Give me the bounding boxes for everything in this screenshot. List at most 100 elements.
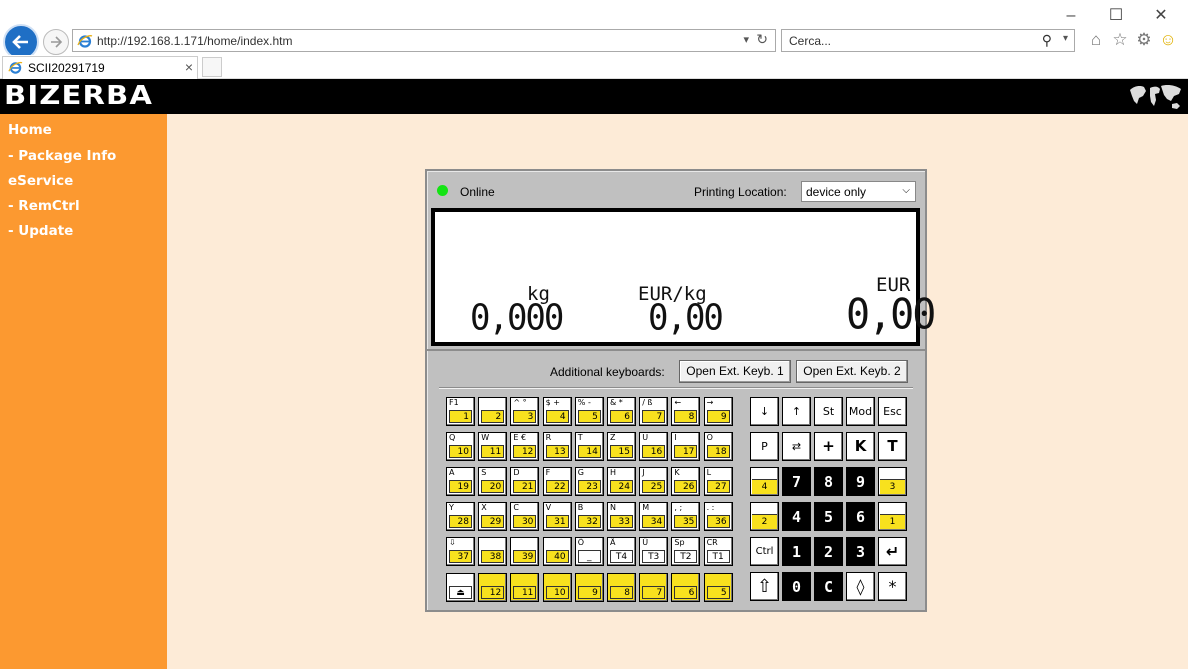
func-key-0[interactable]: ↓: [750, 397, 779, 426]
nav-update[interactable]: - Update: [8, 223, 73, 239]
side-key-left-2[interactable]: 2: [750, 502, 779, 531]
alpha-key-1-0[interactable]: Q 10: [446, 432, 475, 462]
browser-tab[interactable]: SCII20291719 ×: [2, 56, 198, 79]
url-text[interactable]: http://192.168.1.171/home/index.htm: [97, 34, 292, 48]
alpha-key-5-2[interactable]: 11: [510, 572, 540, 602]
alpha-key-3-5[interactable]: N 33: [607, 502, 636, 532]
alpha-key-0-2[interactable]: ^ ° 3: [510, 397, 540, 426]
alpha-key-2-0[interactable]: A 19: [446, 467, 475, 497]
shift-key[interactable]: ⇧: [750, 572, 779, 601]
alpha-key-4-0[interactable]: ⇩ 37: [446, 537, 475, 567]
minimize-button[interactable]: –: [1061, 6, 1081, 26]
ctrl-key[interactable]: Ctrl: [750, 537, 779, 566]
refresh-icon[interactable]: ↻: [756, 31, 768, 48]
func-key-row2-2[interactable]: +: [814, 432, 843, 461]
alpha-key-5-7[interactable]: 6: [671, 572, 701, 602]
alpha-key-5-0[interactable]: ⏏: [446, 572, 475, 602]
alpha-key-2-6[interactable]: J 25: [639, 467, 669, 497]
numpad-key-3[interactable]: 3: [846, 537, 875, 566]
address-dropdown-icon[interactable]: ▾: [743, 33, 749, 46]
address-bar[interactable]: http://192.168.1.171/home/index.htm ▾ ↻: [72, 29, 776, 52]
numpad-key-6[interactable]: 6: [846, 502, 875, 531]
nav-eservice[interactable]: eService: [8, 173, 73, 189]
alpha-key-5-5[interactable]: 8: [607, 572, 636, 602]
alpha-key-3-2[interactable]: C 30: [510, 502, 540, 532]
alpha-key-2-2[interactable]: D 21: [510, 467, 540, 497]
alpha-key-5-4[interactable]: 9: [574, 572, 604, 602]
numpad-key-9[interactable]: 9: [846, 467, 875, 496]
numpad-key-7[interactable]: 7: [782, 467, 811, 496]
alpha-key-0-3[interactable]: $ + 4: [542, 397, 572, 426]
alpha-key-4-3[interactable]: 40: [542, 537, 572, 567]
func-key-row2-1[interactable]: ⇄: [782, 432, 811, 461]
func-key-row2-0[interactable]: P: [750, 432, 779, 461]
close-tab-icon[interactable]: ×: [185, 59, 193, 75]
search-dropdown-icon[interactable]: ▾: [1063, 33, 1068, 44]
alpha-key-2-5[interactable]: H 24: [607, 467, 636, 497]
alpha-key-3-3[interactable]: V 31: [542, 502, 572, 532]
numpad-key-8[interactable]: 8: [814, 467, 843, 496]
alpha-key-4-7[interactable]: Sp T2: [671, 537, 701, 567]
numpad-key-4[interactable]: 4: [782, 502, 811, 531]
alpha-key-4-2[interactable]: 39: [510, 537, 540, 567]
alpha-key-3-7[interactable]: , ; 35: [671, 502, 701, 532]
numpad-key-C[interactable]: C: [814, 572, 843, 601]
alpha-key-5-8[interactable]: 5: [703, 572, 733, 602]
numpad-key-5[interactable]: 5: [814, 502, 843, 531]
alpha-key-5-6[interactable]: 7: [639, 572, 669, 602]
new-tab-button[interactable]: [202, 57, 222, 77]
alpha-key-3-6[interactable]: M 34: [639, 502, 669, 532]
alpha-key-2-1[interactable]: S 20: [478, 467, 508, 497]
nav-remctrl[interactable]: - RemCtrl: [8, 198, 80, 214]
alpha-key-4-5[interactable]: Ä T4: [607, 537, 636, 567]
func-key-row2-4[interactable]: T: [878, 432, 907, 461]
alpha-key-0-6[interactable]: / ß 7: [639, 397, 669, 426]
alpha-key-1-1[interactable]: W 11: [478, 432, 508, 462]
alpha-key-1-2[interactable]: E € 12: [510, 432, 540, 462]
forward-button[interactable]: [43, 29, 69, 55]
alpha-key-0-1[interactable]: 2: [478, 397, 508, 426]
alpha-key-1-7[interactable]: I 17: [671, 432, 701, 462]
side-key-right-1[interactable]: 1: [878, 502, 907, 531]
func-key-4[interactable]: Esc: [878, 397, 907, 426]
alpha-key-1-4[interactable]: T 14: [574, 432, 604, 462]
numpad-key-0[interactable]: 0: [782, 572, 811, 601]
star-key[interactable]: *: [878, 572, 907, 601]
func-key-2[interactable]: St: [814, 397, 843, 426]
alpha-key-4-8[interactable]: CR T1: [703, 537, 733, 567]
alpha-key-3-0[interactable]: Y 28: [446, 502, 475, 532]
numpad-key-2[interactable]: 2: [814, 537, 843, 566]
smiley-feedback-icon[interactable]: ☺: [1158, 29, 1178, 51]
favorites-star-icon[interactable]: ☆: [1110, 29, 1130, 51]
alpha-key-0-0[interactable]: F1 1: [446, 397, 475, 426]
alpha-key-5-1[interactable]: 12: [478, 572, 508, 602]
enter-key[interactable]: ↵: [878, 537, 907, 566]
search-box[interactable]: Cerca... ⚲ ▾: [781, 29, 1075, 52]
alpha-key-0-8[interactable]: → 9: [703, 397, 733, 426]
search-input[interactable]: Cerca...: [789, 34, 831, 48]
search-icon[interactable]: ⚲: [1042, 32, 1052, 49]
alpha-key-3-8[interactable]: . : 36: [703, 502, 733, 532]
func-key-3[interactable]: Mod: [846, 397, 875, 426]
alpha-key-0-5[interactable]: & * 6: [607, 397, 636, 426]
func-key-1[interactable]: ↑: [782, 397, 811, 426]
nav-package-info[interactable]: - Package Info: [8, 148, 116, 164]
alpha-key-2-7[interactable]: K 26: [671, 467, 701, 497]
alpha-key-0-7[interactable]: ← 8: [671, 397, 701, 426]
alpha-key-1-3[interactable]: R 13: [542, 432, 572, 462]
side-key-right-3[interactable]: 3: [878, 467, 907, 496]
open-ext-keyb-2-button[interactable]: Open Ext. Keyb. 2: [796, 360, 908, 383]
numpad-key-1[interactable]: 1: [782, 537, 811, 566]
settings-gear-icon[interactable]: ⚙: [1134, 29, 1154, 51]
side-key-left-4[interactable]: 4: [750, 467, 779, 496]
nav-home[interactable]: Home: [8, 122, 52, 138]
alpha-key-4-1[interactable]: 38: [478, 537, 508, 567]
alpha-key-5-3[interactable]: 10: [542, 572, 572, 602]
open-ext-keyb-1-button[interactable]: Open Ext. Keyb. 1: [679, 360, 791, 383]
alpha-key-4-4[interactable]: Ö _: [574, 537, 604, 567]
maximize-button[interactable]: ☐: [1106, 6, 1126, 26]
close-window-button[interactable]: ✕: [1151, 6, 1171, 26]
diamond-key[interactable]: ◊: [846, 572, 875, 601]
alpha-key-1-6[interactable]: U 16: [639, 432, 669, 462]
alpha-key-0-4[interactable]: % - 5: [574, 397, 604, 426]
